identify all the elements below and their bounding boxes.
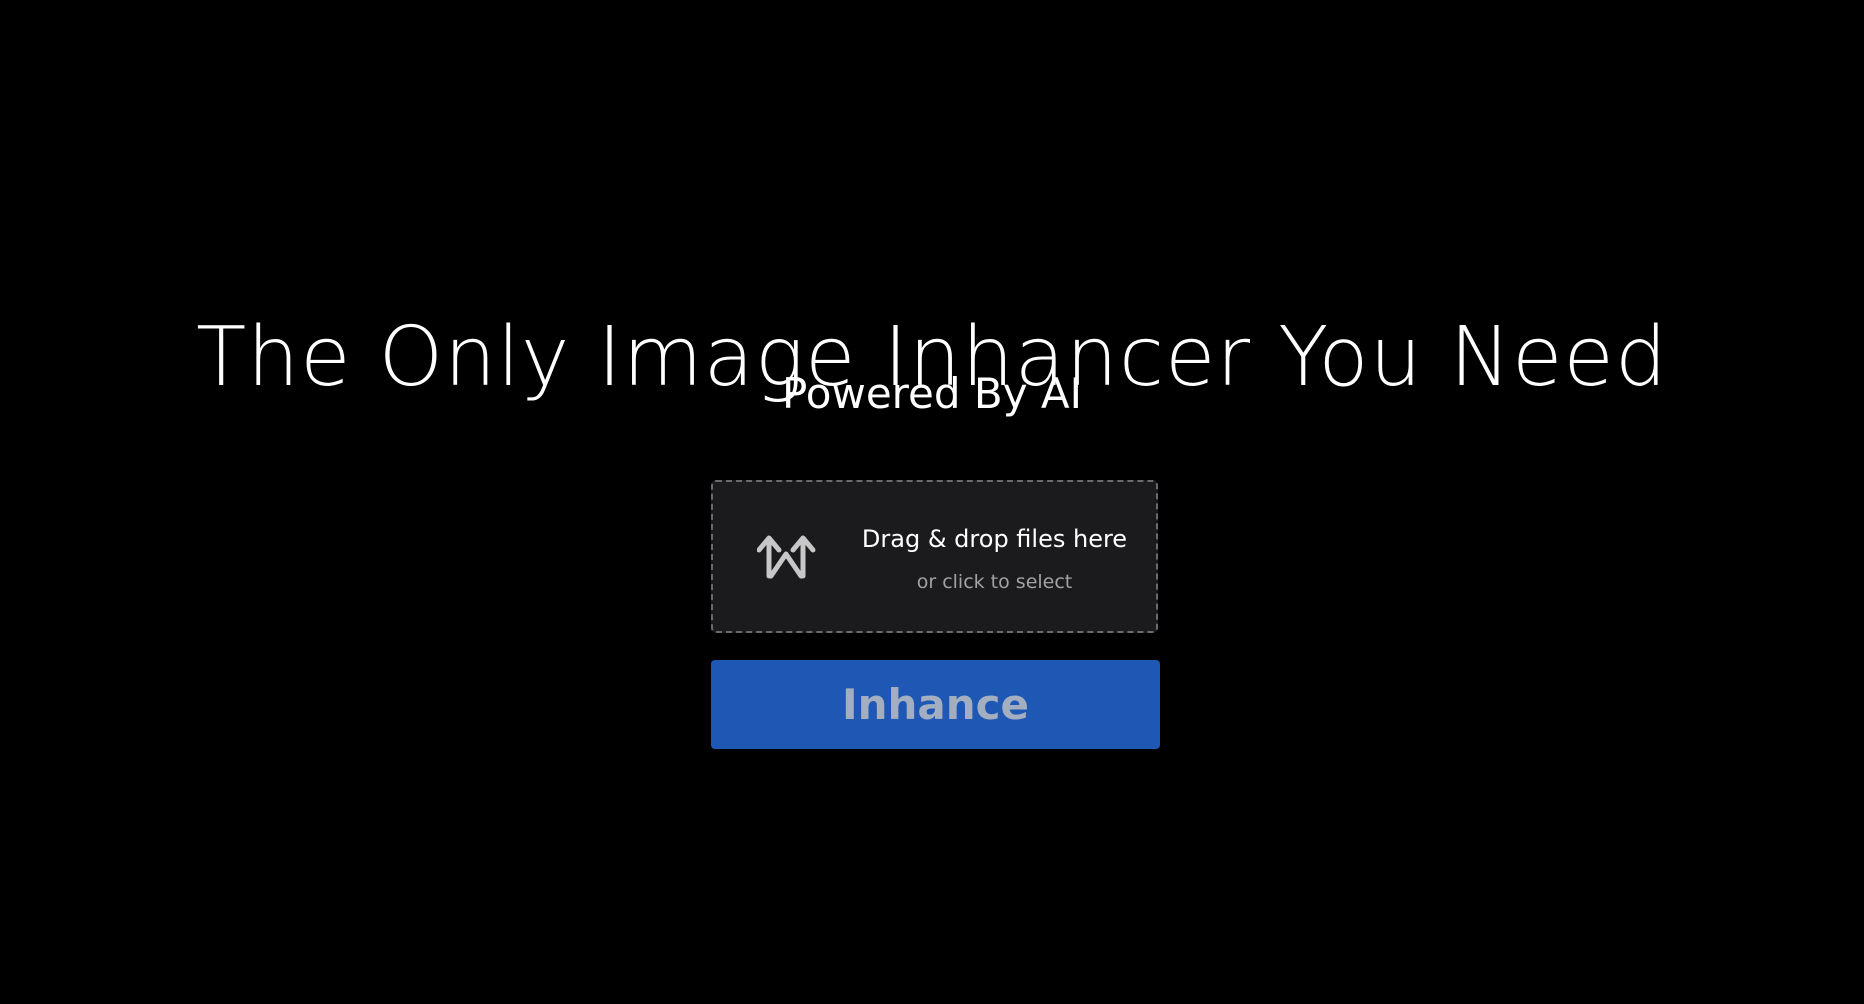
dropzone-hint: or click to select xyxy=(916,571,1073,593)
dropzone-texts: Drag & drop files here or click to selec… xyxy=(833,482,1156,631)
dropzone-title: Drag & drop files here xyxy=(861,525,1128,553)
file-dropzone[interactable]: Drag & drop files here or click to selec… xyxy=(711,480,1158,633)
upload-arrows-icon xyxy=(756,532,817,582)
inhance-button[interactable]: Inhance xyxy=(711,660,1160,749)
page-subtitle: Powered By AI xyxy=(781,369,1083,418)
